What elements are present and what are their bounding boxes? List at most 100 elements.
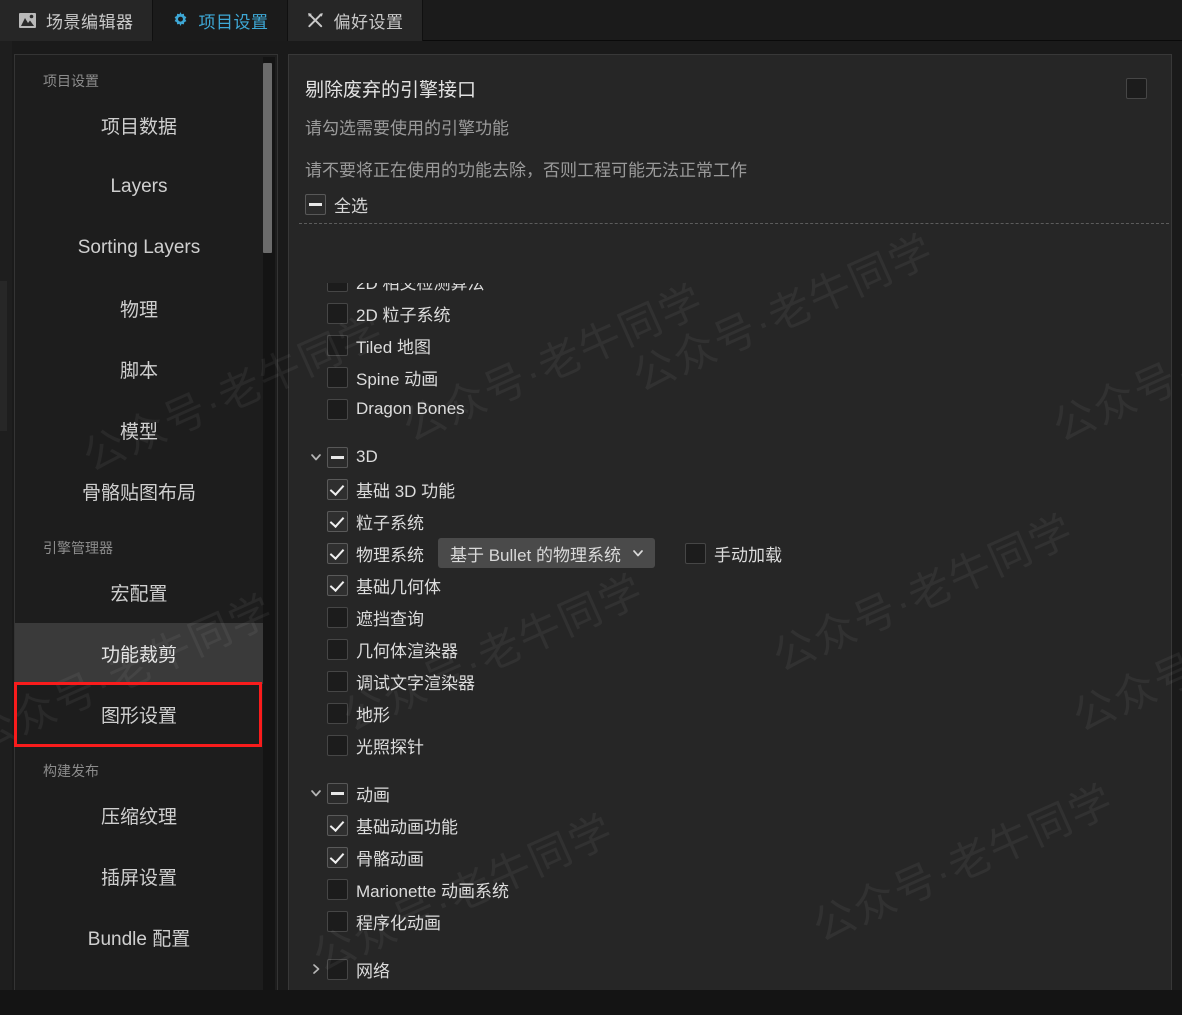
sidebar-item-compressed-texture[interactable]: 压缩纹理 [15, 785, 263, 846]
tree-item-particle-system[interactable]: 粒子系统 [289, 505, 1171, 537]
tree-group-label: 动画 [356, 785, 390, 805]
tree-group-network[interactable]: 网络 [289, 953, 1171, 985]
tree-group-checkbox[interactable] [327, 446, 348, 468]
manual-load-option[interactable]: 手动加载 [684, 541, 782, 566]
select-all-checkbox[interactable] [305, 194, 326, 215]
bottom-strip [0, 990, 1182, 1015]
tree-item-label: 2D 粒子系统 [356, 305, 451, 325]
tree-item-basic-geometry[interactable]: 基础几何体 [289, 569, 1171, 601]
tree-item-checkbox[interactable] [327, 734, 348, 756]
chevron-right-icon[interactable] [305, 962, 327, 976]
feature-tree: 2D 相交检测算法 2D 粒子系统 Tiled 地图 Spine 动画 Drag… [289, 283, 1171, 985]
physics-backend-dropdown[interactable]: 基于 Bullet 的物理系统 [438, 538, 655, 568]
tree-item-checkbox[interactable] [327, 334, 348, 356]
tree-item-label: 遮挡查询 [356, 609, 424, 629]
tab-scene-editor[interactable]: 场景编辑器 [0, 0, 153, 41]
tree-item-occlusion-query[interactable]: 遮挡查询 [289, 601, 1171, 633]
sidebar-scrollbar-thumb[interactable] [263, 63, 272, 253]
left-rail [0, 41, 12, 1015]
tab-project-settings-label: 项目设置 [198, 13, 269, 32]
manual-load-checkbox[interactable] [684, 542, 706, 564]
tree-item-checkbox[interactable] [327, 606, 348, 628]
sidebar-item-feature-cropping[interactable]: 功能裁剪 [15, 623, 263, 684]
tree-item-checkbox[interactable] [327, 574, 348, 596]
tree-item-dragon-bones[interactable]: Dragon Bones [289, 393, 1171, 425]
tree-item-terrain[interactable]: 地形 [289, 697, 1171, 729]
tree-item-debug-text-renderer[interactable]: 调试文字渲染器 [289, 665, 1171, 697]
tree-item-label: 光照探针 [356, 737, 424, 757]
tree-top-separator [299, 223, 1169, 224]
tree-item-label: 调试文字渲染器 [356, 673, 475, 693]
tab-preferences[interactable]: 偏好设置 [287, 0, 423, 41]
page-title: 剔除废弃的引擎接口 [305, 80, 477, 101]
tree-item-checkbox[interactable] [327, 910, 348, 932]
sidebar-item-model[interactable]: 模型 [15, 400, 263, 461]
tree-item-label: 物理系统 [356, 545, 424, 565]
sidebar-item-graphics-settings[interactable]: 图形设置 [15, 684, 263, 745]
tree-item-label: 2D 相交检测算法 [356, 283, 485, 293]
tree-item-spine-animation[interactable]: Spine 动画 [289, 361, 1171, 393]
select-all-label: 全选 [334, 197, 368, 216]
tree-item-checkbox[interactable] [327, 878, 348, 900]
tree-item-checkbox[interactable] [327, 478, 348, 500]
tree-item-checkbox[interactable] [327, 283, 348, 292]
sidebar-item-sorting-layers[interactable]: Sorting Layers [15, 217, 263, 278]
tree-item-tiled-map[interactable]: Tiled 地图 [289, 329, 1171, 361]
sidebar-item-skeleton-atlas[interactable]: 骨骼贴图布局 [15, 461, 263, 522]
tree-item-checkbox[interactable] [327, 302, 348, 324]
tree-item-label: Dragon Bones [356, 399, 465, 418]
sidebar-item-splash-screen[interactable]: 插屏设置 [15, 846, 263, 907]
tree-group-checkbox[interactable] [327, 782, 348, 804]
tree-item-2d-particle-system[interactable]: 2D 粒子系统 [289, 297, 1171, 329]
tree-item-checkbox[interactable] [327, 542, 348, 564]
tree-item-physics-system[interactable]: 物理系统 基于 Bullet 的物理系统 手动加载 [289, 537, 1171, 569]
tree-item-checkbox[interactable] [327, 846, 348, 868]
tree-item-checkbox[interactable] [327, 814, 348, 836]
tree-item-label: 基础动画功能 [356, 817, 458, 837]
strip-deprecated-api-checkbox[interactable] [1126, 78, 1147, 99]
tree-item-checkbox[interactable] [327, 366, 348, 388]
tools-icon [306, 11, 325, 30]
tree-item-basic-3d[interactable]: 基础 3D 功能 [289, 473, 1171, 505]
sidebar-scroll-content: 项目设置 项目数据 Layers Sorting Layers 物理 脚本 模型… [15, 55, 263, 997]
select-all-row[interactable]: 全选 [289, 186, 1171, 223]
tree-item-skeletal-animation[interactable]: 骨骼动画 [289, 841, 1171, 873]
tree-item-procedural-animation[interactable]: 程序化动画 [289, 905, 1171, 937]
tree-item-checkbox[interactable] [327, 638, 348, 660]
scene-editor-icon [18, 11, 37, 30]
sidebar-scrollbar-track[interactable] [263, 57, 275, 995]
tree-item-label: 几何体渲染器 [356, 641, 458, 661]
chevron-down-icon[interactable] [305, 450, 327, 464]
tree-group-3d[interactable]: 3D [289, 441, 1171, 473]
sidebar-item-project-data[interactable]: 项目数据 [15, 95, 263, 156]
sidebar-item-bundle-config[interactable]: Bundle 配置 [15, 907, 263, 968]
tree-group-animation[interactable]: 动画 [289, 777, 1171, 809]
sidebar-item-script[interactable]: 脚本 [15, 339, 263, 400]
tree-item-checkbox[interactable] [327, 398, 348, 420]
tree-item-checkbox[interactable] [327, 510, 348, 532]
feature-cropping-panel: 剔除废弃的引擎接口 请勾选需要使用的引擎功能 请不要将正在使用的功能去除，否则工… [288, 54, 1172, 998]
sidebar-item-macro-config[interactable]: 宏配置 [15, 562, 263, 623]
tree-item-marionette[interactable]: Marionette 动画系统 [289, 873, 1171, 905]
tree-gap [289, 937, 1171, 953]
tree-item-label: 骨骼动画 [356, 849, 424, 869]
tree-item-checkbox[interactable] [327, 670, 348, 692]
tree-item-geometry-renderer[interactable]: 几何体渲染器 [289, 633, 1171, 665]
hint-line-2: 请不要将正在使用的功能去除，否则工程可能无法正常工作 [305, 161, 747, 180]
tree-item-label: 粒子系统 [356, 513, 424, 533]
sidebar-item-layers[interactable]: Layers [15, 156, 263, 217]
tab-project-settings[interactable]: 项目设置 [152, 0, 288, 41]
tree-item-label: 程序化动画 [356, 913, 441, 933]
chevron-down-icon[interactable] [305, 786, 327, 800]
tree-item-label: Tiled 地图 [356, 337, 431, 357]
tree-group-checkbox[interactable] [327, 958, 348, 980]
tree-item-checkbox[interactable] [327, 702, 348, 724]
physics-backend-value: 基于 Bullet 的物理系统 [450, 545, 621, 565]
tree-item-light-probe[interactable]: 光照探针 [289, 729, 1171, 761]
tree-item-2d-intersection[interactable]: 2D 相交检测算法 [289, 283, 1171, 297]
tree-gap [289, 761, 1171, 777]
tree-item-basic-animation[interactable]: 基础动画功能 [289, 809, 1171, 841]
sidebar-item-physics[interactable]: 物理 [15, 278, 263, 339]
feature-tree-scroll[interactable]: 2D 相交检测算法 2D 粒子系统 Tiled 地图 Spine 动画 Drag… [289, 283, 1171, 997]
sidebar-group-title-build-publish: 构建发布 [43, 763, 99, 779]
